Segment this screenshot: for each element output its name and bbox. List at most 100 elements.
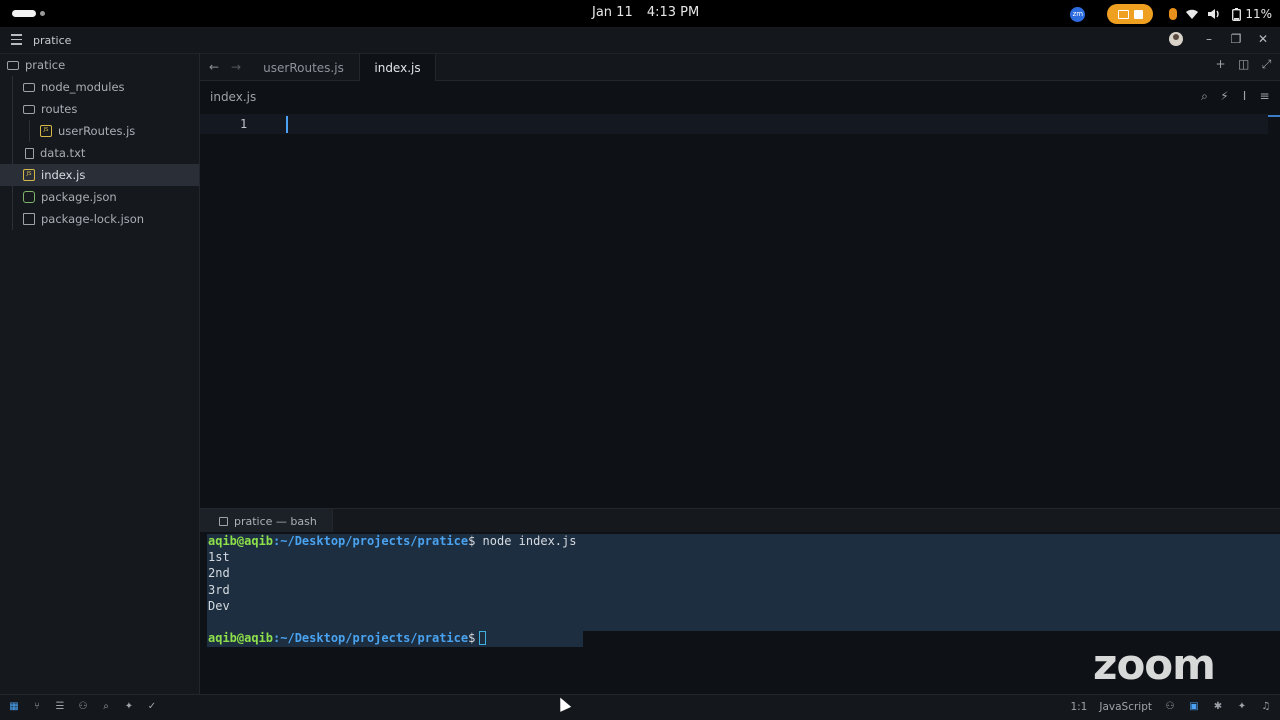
terminal-tab-bar: pratice — bash bbox=[200, 508, 1280, 533]
new-tab-icon[interactable]: + bbox=[1215, 58, 1226, 70]
prompt-path: :~/Desktop/projects/pratice bbox=[273, 534, 469, 548]
tree-item-data-txt[interactable]: data.txt bbox=[0, 142, 199, 164]
language-selector[interactable]: JavaScript bbox=[1099, 701, 1152, 713]
assistant-icon[interactable]: ✦ bbox=[123, 701, 135, 713]
breadcrumb[interactable]: index.js bbox=[210, 90, 256, 104]
zoom-app-icon[interactable]: zm bbox=[1070, 6, 1086, 22]
assistant-panel-icon[interactable]: ✦ bbox=[1236, 701, 1248, 713]
search-icon[interactable]: ⌕ bbox=[100, 701, 112, 713]
minimize-icon[interactable]: – bbox=[1202, 32, 1216, 46]
js-file-icon: JS bbox=[40, 125, 52, 137]
cursor-position[interactable]: 1:1 bbox=[1070, 701, 1087, 713]
tree-root-pratice[interactable]: pratice bbox=[0, 54, 199, 76]
workspace-indicator bbox=[40, 11, 45, 16]
tree-item-label: index.js bbox=[41, 168, 86, 182]
back-arrow-icon[interactable]: ← bbox=[209, 60, 219, 74]
lock-file-icon bbox=[23, 213, 35, 225]
text-cursor-icon[interactable]: I bbox=[1239, 90, 1250, 102]
terminal-output-line: 3rd bbox=[208, 583, 230, 597]
tree-item-userroutes-js[interactable]: JS userRoutes.js bbox=[0, 120, 199, 142]
tree-item-label: package.json bbox=[41, 190, 117, 204]
project-sidebar: pratice node_modules routes JS userRoute… bbox=[0, 54, 200, 694]
battery-percent: 11% bbox=[1245, 7, 1272, 21]
tree-item-label: userRoutes.js bbox=[58, 124, 136, 138]
terminal-cursor bbox=[479, 631, 487, 645]
zoom-watermark: zoom bbox=[1093, 640, 1216, 689]
hamburger-menu-icon[interactable] bbox=[11, 34, 22, 48]
debug-icon[interactable]: ✱ bbox=[1212, 701, 1224, 713]
code-editor[interactable]: index.js ⌕ ⚡ I ≡ 1 bbox=[200, 81, 1280, 508]
screen-share-indicator[interactable] bbox=[1107, 4, 1154, 24]
collaborators-icon[interactable]: ⚇ bbox=[77, 701, 89, 713]
volume-icon[interactable] bbox=[1207, 7, 1221, 21]
terminal-output-line: 1st bbox=[208, 550, 230, 564]
text-file-icon bbox=[25, 147, 34, 159]
terminal-toggle-icon[interactable]: ▣ bbox=[1188, 701, 1200, 713]
close-icon[interactable]: ✕ bbox=[1256, 32, 1270, 46]
settings-sliders-icon[interactable]: ≡ bbox=[1259, 90, 1270, 102]
cast-icon bbox=[1117, 9, 1129, 19]
terminal-command: $ node index.js bbox=[468, 534, 577, 548]
window-title: pratice bbox=[33, 34, 72, 47]
system-tray: zm 11% bbox=[1070, 4, 1272, 24]
tree-item-label: package-lock.json bbox=[41, 212, 145, 226]
wifi-icon[interactable] bbox=[1185, 7, 1199, 21]
terminal-output-line: 2nd bbox=[208, 566, 230, 580]
folder-icon bbox=[23, 104, 35, 114]
notifications-bell-icon[interactable]: ♫ bbox=[1260, 701, 1272, 713]
outline-icon[interactable]: ☰ bbox=[54, 701, 66, 713]
microphone-icon[interactable] bbox=[1169, 8, 1178, 20]
line-number: 1 bbox=[240, 117, 248, 131]
package-icon bbox=[23, 191, 35, 203]
tab-label: index.js bbox=[374, 60, 421, 75]
restore-icon[interactable]: ❐ bbox=[1229, 32, 1243, 46]
terminal-line: aqib@aqib:~/Desktop/projects/pratice$ bbox=[208, 631, 487, 647]
js-file-icon: JS bbox=[23, 169, 35, 181]
current-line-highlight bbox=[200, 114, 1268, 134]
battery-icon[interactable] bbox=[1229, 7, 1243, 21]
diagnostics-check-icon[interactable]: ✓ bbox=[146, 701, 158, 713]
time-label: 4:13 PM bbox=[646, 5, 700, 20]
terminal-output-line: Dev bbox=[208, 599, 230, 613]
folder-icon bbox=[23, 82, 35, 92]
activities-indicator[interactable] bbox=[12, 10, 45, 17]
user-avatar[interactable] bbox=[1169, 32, 1183, 46]
magic-wand-icon[interactable]: ⚡ bbox=[1219, 90, 1230, 102]
git-branch-icon[interactable]: ⑂ bbox=[31, 701, 43, 713]
system-top-bar: Jan 11 4:13 PM zm 11% bbox=[0, 0, 1280, 27]
tree-item-package-lock-json[interactable]: package-lock.json bbox=[0, 208, 199, 230]
tree-item-label: routes bbox=[41, 102, 78, 116]
search-icon[interactable]: ⌕ bbox=[1199, 90, 1210, 102]
project-panel-icon[interactable]: ▦ bbox=[8, 701, 20, 713]
prompt-user: aqib@aqib bbox=[208, 534, 274, 548]
scrollbar-marker[interactable] bbox=[1268, 115, 1280, 117]
folder-open-icon bbox=[7, 60, 19, 70]
tab-userroutes-js[interactable]: userRoutes.js bbox=[248, 54, 360, 81]
prompt-end: $ bbox=[468, 631, 476, 645]
date-label: Jan 11 bbox=[592, 5, 633, 20]
tree-item-routes[interactable]: routes bbox=[0, 98, 199, 120]
window-title-bar: pratice – ❐ ✕ bbox=[0, 27, 1280, 54]
terminal-line: aqib@aqib:~/Desktop/projects/pratice$ no… bbox=[208, 534, 576, 550]
split-pane-icon[interactable]: ◫ bbox=[1238, 58, 1249, 70]
tree-root-label: pratice bbox=[25, 58, 66, 72]
copilot-icon[interactable]: ⚇ bbox=[1164, 701, 1176, 713]
terminal-tab-label: pratice — bash bbox=[234, 514, 317, 528]
forward-arrow-icon[interactable]: → bbox=[231, 60, 241, 74]
editor-tab-bar: ← → userRoutes.js index.js + ◫ ⤢ bbox=[200, 54, 1280, 81]
terminal-tab[interactable]: pratice — bash bbox=[200, 509, 333, 533]
tree-item-package-json[interactable]: package.json bbox=[0, 186, 199, 208]
terminal-icon bbox=[219, 516, 228, 526]
tree-item-label: node_modules bbox=[41, 80, 125, 94]
tree-item-index-js[interactable]: JS index.js bbox=[0, 164, 199, 186]
status-bar: ▦ ⑂ ☰ ⚇ ⌕ ✦ ✓ 1:1 JavaScript ⚇ ▣ ✱ ✦ ♫ bbox=[0, 694, 1280, 720]
tab-label: userRoutes.js bbox=[263, 60, 344, 75]
clock[interactable]: Jan 11 4:13 PM bbox=[592, 5, 699, 20]
tab-index-js[interactable]: index.js bbox=[360, 54, 436, 81]
tree-item-node-modules[interactable]: node_modules bbox=[0, 76, 199, 98]
terminal-panel[interactable]: aqib@aqib:~/Desktop/projects/pratice$ no… bbox=[200, 532, 1280, 694]
text-cursor bbox=[286, 116, 288, 133]
prompt-user: aqib@aqib bbox=[208, 631, 274, 645]
prompt-path: :~/Desktop/projects/pratice bbox=[273, 631, 469, 645]
maximize-icon[interactable]: ⤢ bbox=[1261, 58, 1272, 70]
